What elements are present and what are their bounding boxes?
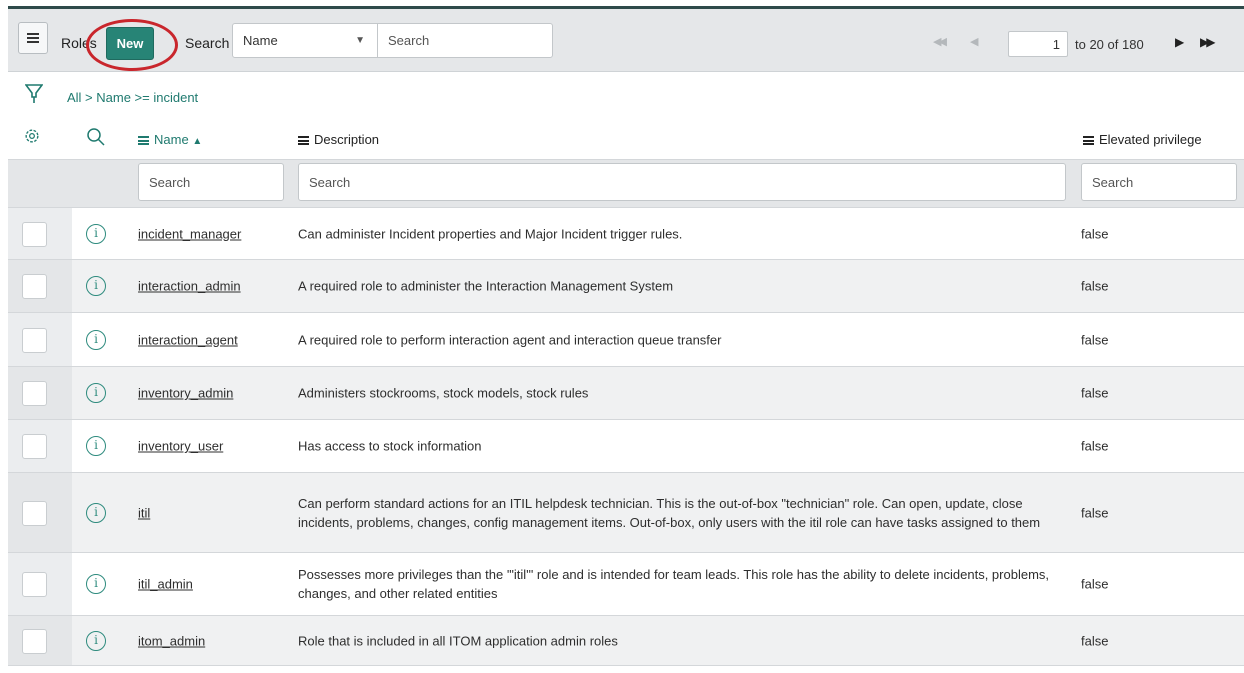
column-header-description[interactable]: Description xyxy=(298,132,379,147)
role-name-link[interactable]: itom_admin xyxy=(138,633,205,648)
column-search-row: Search Search Search xyxy=(8,159,1244,208)
next-page-icon[interactable]: ▶ xyxy=(1175,35,1184,49)
info-icon[interactable]: i xyxy=(86,574,106,594)
role-elevated: false xyxy=(1081,278,1109,294)
column-header-elevated[interactable]: Elevated privilege xyxy=(1083,132,1202,147)
page-range-text: to 20 of 180 xyxy=(1075,37,1144,52)
role-name-link[interactable]: itil xyxy=(138,505,150,520)
table-row: i inventory_user Has access to stock inf… xyxy=(8,420,1244,473)
column-header-name-label: Name xyxy=(154,132,189,147)
new-button[interactable]: New xyxy=(106,27,154,60)
elevated-search-input[interactable]: Search xyxy=(1081,163,1237,201)
role-description: Can administer Incident properties and M… xyxy=(298,226,683,241)
info-icon[interactable]: i xyxy=(86,630,106,651)
page-number-input[interactable]: 1 xyxy=(1008,31,1068,57)
breadcrumb[interactable]: All > Name >= incident xyxy=(67,90,198,105)
search-field-value: Name xyxy=(243,33,278,48)
search-label: Search xyxy=(185,35,230,51)
dropdown-arrow-icon: ▼ xyxy=(355,35,365,46)
role-elevated: false xyxy=(1081,385,1109,401)
sort-ascending-icon: ▲ xyxy=(192,136,203,147)
table-row: i itil Can perform standard actions for … xyxy=(8,473,1244,553)
first-page-icon[interactable]: ◀◀ xyxy=(933,35,947,48)
info-icon[interactable]: i xyxy=(86,502,106,523)
row-checkbox[interactable] xyxy=(22,327,47,353)
info-icon[interactable]: i xyxy=(86,223,106,244)
role-description: A required role to perform interaction a… xyxy=(298,332,722,347)
roles-table: i incident_manager Can administer Incide… xyxy=(8,208,1244,666)
gear-icon[interactable] xyxy=(23,127,41,145)
info-icon[interactable]: i xyxy=(86,383,106,403)
role-elevated: false xyxy=(1081,226,1109,241)
table-row: i itom_admin Role that is included in al… xyxy=(8,616,1244,666)
row-checkbox[interactable] xyxy=(22,274,47,299)
info-icon[interactable]: i xyxy=(86,436,106,456)
column-menu-icon[interactable] xyxy=(298,136,309,145)
table-row: i incident_manager Can administer Incide… xyxy=(8,208,1244,260)
column-header-name[interactable]: Name ▲ xyxy=(138,132,202,147)
search-input[interactable]: Search xyxy=(377,23,553,58)
role-name-link[interactable]: interaction_agent xyxy=(138,332,238,347)
search-icon[interactable] xyxy=(86,127,106,147)
info-icon[interactable]: i xyxy=(86,329,106,350)
name-search-input[interactable]: Search xyxy=(138,163,284,201)
role-elevated: false xyxy=(1081,332,1109,347)
row-checkbox[interactable] xyxy=(22,500,47,526)
column-menu-icon[interactable] xyxy=(138,136,149,145)
last-page-icon[interactable]: ▶▶ xyxy=(1200,35,1216,49)
row-checkbox[interactable] xyxy=(22,572,47,597)
role-elevated: false xyxy=(1081,576,1109,592)
table-row: i interaction_agent A required role to p… xyxy=(8,313,1244,367)
role-name-link[interactable]: incident_manager xyxy=(138,226,241,241)
row-checkbox[interactable] xyxy=(22,381,47,406)
role-description: Can perform standard actions for an ITIL… xyxy=(298,495,1041,530)
row-checkbox[interactable] xyxy=(22,221,47,247)
role-elevated: false xyxy=(1081,505,1109,520)
list-header: Roles New Search Name ▼ Search ◀◀ ◀ 1 to… xyxy=(8,9,1244,72)
row-checkbox[interactable] xyxy=(22,628,47,654)
description-search-input[interactable]: Search xyxy=(298,163,1066,201)
role-elevated: false xyxy=(1081,633,1109,648)
column-header-elevated-label: Elevated privilege xyxy=(1099,132,1202,147)
role-name-link[interactable]: inventory_admin xyxy=(138,386,233,401)
column-header-row: Name ▲ Description Elevated privilege xyxy=(8,115,1244,159)
role-name-link[interactable]: interaction_admin xyxy=(138,279,241,294)
list-menu-button[interactable] xyxy=(18,22,48,54)
role-description: Possesses more privileges than the '"iti… xyxy=(298,567,1050,601)
list-title: Roles xyxy=(61,35,97,51)
hamburger-icon xyxy=(27,33,39,43)
role-description: Administers stockrooms, stock models, st… xyxy=(298,385,589,401)
filter-row: All > Name >= incident xyxy=(8,72,1244,115)
filter-icon[interactable] xyxy=(25,83,43,105)
role-description: A required role to administer the Intera… xyxy=(298,278,674,294)
table-row: i interaction_admin A required role to a… xyxy=(8,260,1244,313)
role-elevated: false xyxy=(1081,438,1109,454)
role-description: Role that is included in all ITOM applic… xyxy=(298,633,618,648)
column-header-description-label: Description xyxy=(314,132,380,147)
role-description: Has access to stock information xyxy=(298,438,482,454)
search-field-select[interactable]: Name ▼ xyxy=(232,23,378,58)
previous-page-icon[interactable]: ◀ xyxy=(970,35,978,48)
table-row: i inventory_admin Administers stockrooms… xyxy=(8,367,1244,420)
table-row: i itil_admin Possesses more privileges t… xyxy=(8,553,1244,616)
info-icon[interactable]: i xyxy=(86,276,106,296)
row-checkbox[interactable] xyxy=(22,434,47,459)
role-name-link[interactable]: inventory_user xyxy=(138,439,223,454)
column-menu-icon[interactable] xyxy=(1083,136,1094,145)
role-name-link[interactable]: itil_admin xyxy=(138,577,193,592)
